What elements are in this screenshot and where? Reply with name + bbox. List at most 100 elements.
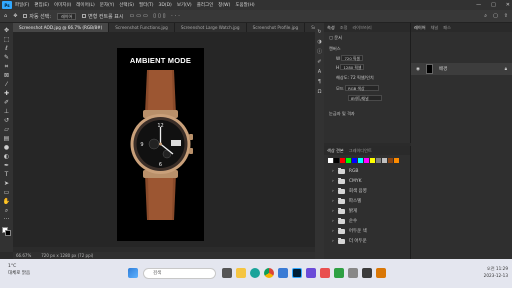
healing-tool-icon[interactable]: ✚	[3, 90, 11, 98]
crop-tool-icon[interactable]: ⌗	[3, 63, 11, 71]
task-view-icon[interactable]	[222, 268, 232, 278]
swatch-folder[interactable]: › 어두운 색	[324, 226, 410, 236]
windows-start-icon[interactable]	[128, 268, 138, 278]
swatch-color[interactable]	[370, 158, 375, 163]
lasso-tool-icon[interactable]: ℓ	[3, 45, 11, 53]
blur-tool-icon[interactable]: ●	[3, 144, 11, 152]
weather-widget[interactable]: 1°C 대체로 맑음	[8, 263, 30, 277]
stamp-tool-icon[interactable]: ⊥	[3, 108, 11, 116]
swatch-folder[interactable]: › RGB	[324, 166, 410, 176]
color-swatches[interactable]	[1, 227, 12, 237]
tab-gradients[interactable]: 그레이디언트	[349, 148, 372, 154]
history-icon[interactable]: ↻	[317, 29, 323, 35]
chevron-right-icon[interactable]: ›	[332, 179, 334, 184]
marquee-tool-icon[interactable]: ⬚	[3, 36, 11, 44]
photoshop-taskbar-icon[interactable]	[292, 268, 302, 278]
close-button[interactable]: ✕	[506, 2, 510, 8]
swatch-folder[interactable]: › CMYK	[324, 176, 410, 186]
tab-document-3[interactable]: Screenshot Large Watch.jpg	[174, 23, 247, 32]
align-icons[interactable]: ▭▭▭ ▯▯▯ ···	[130, 13, 182, 19]
chevron-right-icon[interactable]: ›	[332, 219, 334, 224]
store-icon[interactable]	[278, 268, 288, 278]
swatch-color[interactable]	[382, 158, 387, 163]
app-icon-5[interactable]	[362, 268, 372, 278]
swatch-color[interactable]	[394, 158, 399, 163]
app-icon-2[interactable]	[320, 268, 330, 278]
swatch-folder[interactable]: › 회색 음영	[324, 186, 410, 196]
eraser-tool-icon[interactable]: ▱	[3, 126, 11, 134]
menu-select[interactable]: 선택(S)	[119, 2, 134, 8]
menu-layer[interactable]: 레이어(L)	[76, 2, 94, 8]
auto-select-checkbox[interactable]	[23, 13, 28, 18]
search-icon[interactable]: ⌕	[484, 13, 487, 19]
eye-icon[interactable]: ◉	[416, 67, 420, 72]
menu-edit[interactable]: 편집(E)	[34, 2, 49, 8]
more-tools-icon[interactable]: ···	[3, 216, 11, 224]
shape-tool-icon[interactable]: ▭	[3, 189, 11, 197]
menu-type[interactable]: 문자(Y)	[100, 2, 115, 8]
pen-tool-icon[interactable]: ✒	[3, 162, 11, 170]
file-explorer-icon[interactable]	[236, 268, 246, 278]
path-select-tool-icon[interactable]: ➤	[3, 180, 11, 188]
menu-help[interactable]: 도움말(H)	[235, 2, 254, 8]
app-icon[interactable]	[306, 268, 316, 278]
tab-document-1[interactable]: Screenshot AOD.jpg @ 66.7% (RGB/8#)	[13, 23, 110, 32]
chevron-right-icon[interactable]: ›	[332, 209, 334, 214]
background-color[interactable]	[4, 230, 11, 236]
share-icon[interactable]: ⇪	[504, 13, 508, 19]
tab-layers[interactable]: 레이어	[414, 25, 426, 31]
canvas-section-label[interactable]: 캔버스	[324, 46, 410, 52]
auto-select-dropdown[interactable]: 레이어	[57, 12, 77, 20]
glyphs-icon[interactable]: Ω	[317, 89, 323, 95]
swatch-color[interactable]	[328, 158, 333, 163]
swatch-color[interactable]	[340, 158, 345, 163]
chevron-right-icon[interactable]: ›	[332, 189, 334, 194]
tab-document-4[interactable]: Screenshot Profile.jpg	[246, 23, 306, 32]
swatch-folder[interactable]: › 밝게	[324, 206, 410, 216]
chevron-right-icon[interactable]: ›	[332, 229, 334, 234]
minimize-button[interactable]: —	[476, 2, 481, 8]
swatch-color[interactable]	[376, 158, 381, 163]
mode-dropdown[interactable]: RGB 색상	[345, 85, 380, 91]
quick-select-tool-icon[interactable]: ✎	[3, 54, 11, 62]
gradient-tool-icon[interactable]: ▤	[3, 135, 11, 143]
frame-tool-icon[interactable]: ⊠	[3, 72, 11, 80]
chevron-right-icon[interactable]: ›	[332, 239, 334, 244]
paragraph-icon[interactable]: ¶	[317, 79, 323, 85]
tab-swatches[interactable]: 색상 견본	[327, 148, 344, 154]
transform-checkbox[interactable]	[82, 13, 87, 18]
bits-dropdown[interactable]: 8비트/채널	[348, 95, 382, 101]
move-tool-icon[interactable]: ✥	[3, 27, 11, 35]
menu-image[interactable]: 이미지(I)	[54, 2, 71, 8]
color-icon[interactable]: ◑	[317, 39, 323, 45]
layer-row[interactable]: ◉ 배경 🔒︎	[411, 63, 512, 75]
menu-plugins[interactable]: 플러그인	[197, 2, 214, 8]
zoom-tool-icon[interactable]: ⌕	[3, 207, 11, 215]
swatch-folder[interactable]: › 더 어두운	[324, 236, 410, 246]
app-icon-4[interactable]	[348, 268, 358, 278]
menu-3d[interactable]: 3D(D)	[159, 3, 172, 8]
menu-filter[interactable]: 필터(T)	[139, 2, 154, 8]
tab-adjustments[interactable]: 조정	[340, 25, 348, 31]
swatch-color[interactable]	[388, 158, 393, 163]
height-field[interactable]: 1280 픽셀	[340, 64, 365, 70]
menu-file[interactable]: 파일(F)	[15, 2, 29, 8]
photoshop-logo[interactable]: Ps	[2, 1, 12, 9]
swatch-color[interactable]	[364, 158, 369, 163]
tab-libraries[interactable]: 라이브러리	[352, 25, 371, 31]
system-tray[interactable]: 오전 11:29 2023-12-13	[484, 265, 508, 279]
swatch-color[interactable]	[352, 158, 357, 163]
swatch-color[interactable]	[358, 158, 363, 163]
tab-properties[interactable]: 속성	[327, 25, 335, 31]
swatch-color[interactable]	[334, 158, 339, 163]
brush-tool-icon[interactable]: ✐	[3, 99, 11, 107]
menu-window[interactable]: 창(W)	[218, 2, 230, 8]
zoom-level[interactable]: 66.67%	[16, 253, 31, 258]
chevron-right-icon[interactable]: ›	[332, 199, 334, 204]
chrome-icon[interactable]	[264, 268, 274, 278]
home-icon[interactable]: ⌂	[4, 13, 7, 19]
tab-paths[interactable]: 패스	[443, 25, 451, 31]
type-tool-icon[interactable]: T	[3, 171, 11, 179]
character-icon[interactable]: A	[317, 69, 323, 75]
swatch-color[interactable]	[346, 158, 351, 163]
